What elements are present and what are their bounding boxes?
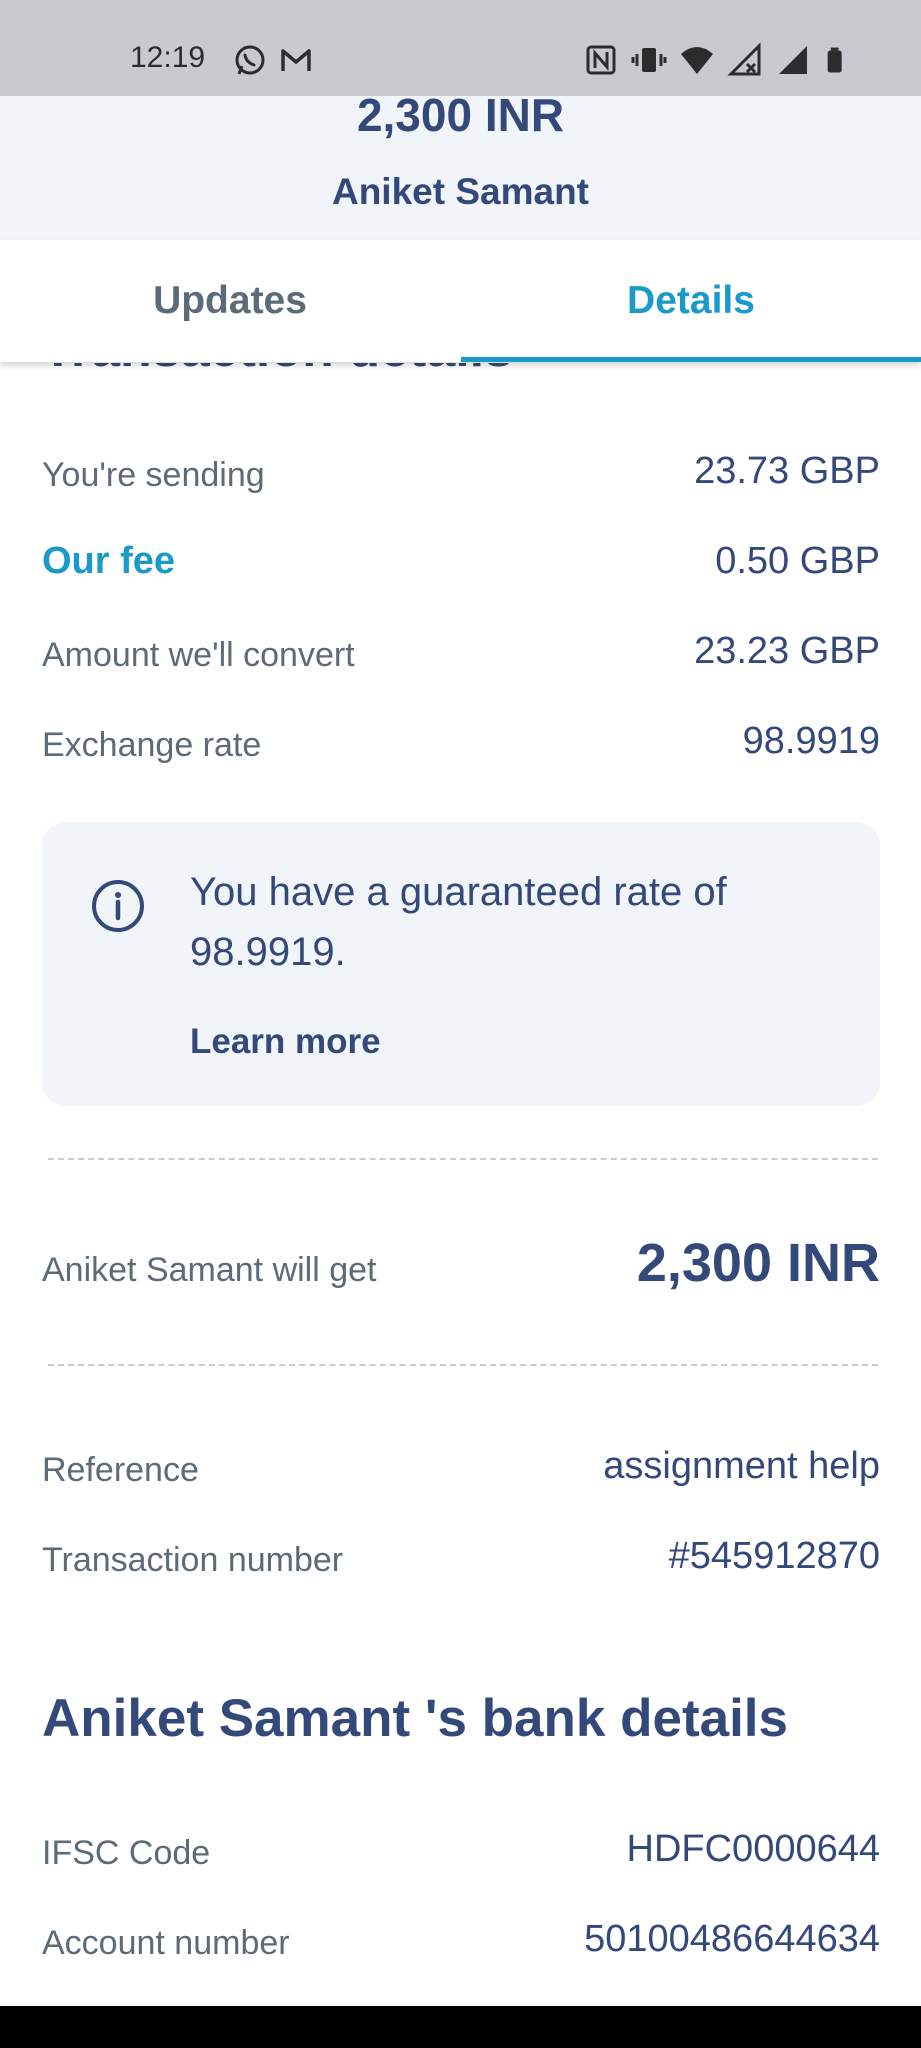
- whatsapp-icon: [235, 45, 265, 75]
- wifi-icon: [681, 47, 713, 74]
- guaranteed-rate-notice: You have a guaranteed rate of 98.9919. L…: [42, 822, 880, 1106]
- ifsc-value: HDFC0000644: [626, 1828, 880, 1870]
- reference-value: assignment help: [603, 1445, 880, 1487]
- tab-updates[interactable]: Updates: [0, 240, 460, 362]
- nfc-icon: [586, 45, 616, 75]
- status-time: 12:19: [130, 41, 206, 74]
- divider: [48, 1158, 878, 1160]
- gmail-icon: [281, 49, 311, 71]
- transaction-number-row: Transaction number #545912870: [42, 1527, 880, 1587]
- tab-details[interactable]: Details: [461, 240, 921, 362]
- convert-label: Amount we'll convert: [42, 636, 355, 674]
- fee-value: 0.50 GBP: [715, 540, 880, 582]
- ifsc-row: IFSC Code HDFC0000644: [42, 1820, 880, 1880]
- tab-bar: Updates Details: [0, 240, 921, 362]
- convert-value: 23.23 GBP: [694, 630, 880, 672]
- signal-no-data-icon: [727, 42, 761, 76]
- bank-details-heading: Aniket Samant 's bank details: [42, 1689, 789, 1748]
- ifsc-label: IFSC Code: [42, 1834, 211, 1872]
- sending-value: 23.73 GBP: [694, 450, 880, 492]
- status-bar: 12:19: [0, 0, 921, 96]
- vibrate-icon: [631, 48, 667, 72]
- system-nav-bar: [0, 2006, 921, 2048]
- info-icon: [92, 880, 144, 932]
- sending-label: You're sending: [42, 456, 265, 494]
- our-fee-link[interactable]: Our fee: [42, 542, 175, 580]
- fee-row[interactable]: Our fee 0.50 GBP: [42, 532, 880, 592]
- transaction-number-value: #545912870: [668, 1535, 880, 1577]
- reference-row: Reference assignment help: [42, 1437, 880, 1497]
- header-recipient-name: Aniket Samant: [331, 171, 589, 212]
- reference-label: Reference: [42, 1451, 199, 1489]
- learn-more-link[interactable]: Learn more: [190, 1022, 381, 1062]
- convert-row: Amount we'll convert 23.23 GBP: [42, 622, 880, 682]
- account-number-value: 50100486644634: [584, 1918, 880, 1960]
- guaranteed-rate-text: You have a guaranteed rate of 98.9919.: [190, 870, 727, 974]
- signal-icon: [779, 46, 807, 74]
- exchange-rate-row: Exchange rate 98.9919: [42, 712, 880, 772]
- divider: [48, 1364, 878, 1366]
- recipient-gets-amount: 2,300 INR: [636, 1233, 880, 1293]
- exchange-rate-value: 98.9919: [742, 720, 880, 762]
- account-number-label: Account number: [42, 1924, 290, 1962]
- exchange-rate-label: Exchange rate: [42, 726, 262, 764]
- header-amount: 2,300 INR: [356, 89, 565, 141]
- sending-row: You're sending 23.73 GBP: [42, 442, 880, 502]
- recipient-gets-label: Aniket Samant will get: [42, 1251, 377, 1289]
- transaction-number-label: Transaction number: [42, 1541, 344, 1579]
- account-number-row: Account number 50100486644634: [42, 1910, 880, 1970]
- active-tab-indicator: [461, 357, 921, 362]
- battery-icon: [827, 47, 842, 73]
